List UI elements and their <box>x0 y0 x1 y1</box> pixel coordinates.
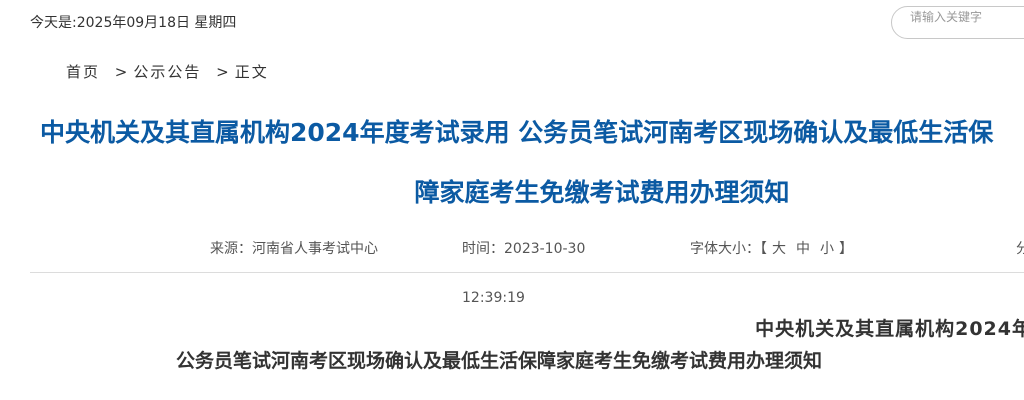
font-size-large-button[interactable]: 大 <box>772 241 786 257</box>
article-time-continued: 12:39:19 <box>462 290 525 306</box>
font-size-control: 字体大小：【大中小】 <box>690 238 853 258</box>
search-input[interactable] <box>910 10 1024 24</box>
current-date: 今天是:2025年09月18日 星期四 <box>30 15 237 31</box>
body-heading-line1: 中央机关及其直属机构2024年 <box>755 318 1024 340</box>
share-link[interactable]: 分享 <box>1016 238 1024 258</box>
article-source: 来源：河南省人事考试中心 <box>210 241 378 257</box>
breadcrumb-home-link[interactable]: 首页 <box>66 63 100 81</box>
bracket-open: 【 <box>760 241 767 257</box>
bracket-close: 】 <box>839 241 853 257</box>
breadcrumb-section-link[interactable]: 公示公告 <box>133 63 201 81</box>
breadcrumb-separator: > <box>114 63 130 81</box>
font-size-medium-button[interactable]: 中 <box>796 241 810 257</box>
article-title-line1: 中央机关及其直属机构2024年度考试录用 公务员笔试河南考区现场确认及最低生活保 <box>40 118 994 147</box>
font-size-label: 字体大小： <box>690 241 760 257</box>
breadcrumb-separator: > <box>216 63 231 81</box>
font-size-small-button[interactable]: 小 <box>820 241 834 257</box>
article-title-line2: 障家庭考生免缴考试费用办理须知 <box>414 178 790 207</box>
body-heading-line2: 公务员笔试河南考区现场确认及最低生活保障家庭考生免缴考试费用办理须知 <box>176 350 823 372</box>
search-box[interactable] <box>891 6 1024 39</box>
breadcrumb: 首页 > 公示公告 > 正文 <box>66 61 269 82</box>
breadcrumb-current: 正文 <box>234 63 269 81</box>
article-time: 时间：2023-10-30 <box>462 241 586 257</box>
title-divider <box>30 272 1024 273</box>
